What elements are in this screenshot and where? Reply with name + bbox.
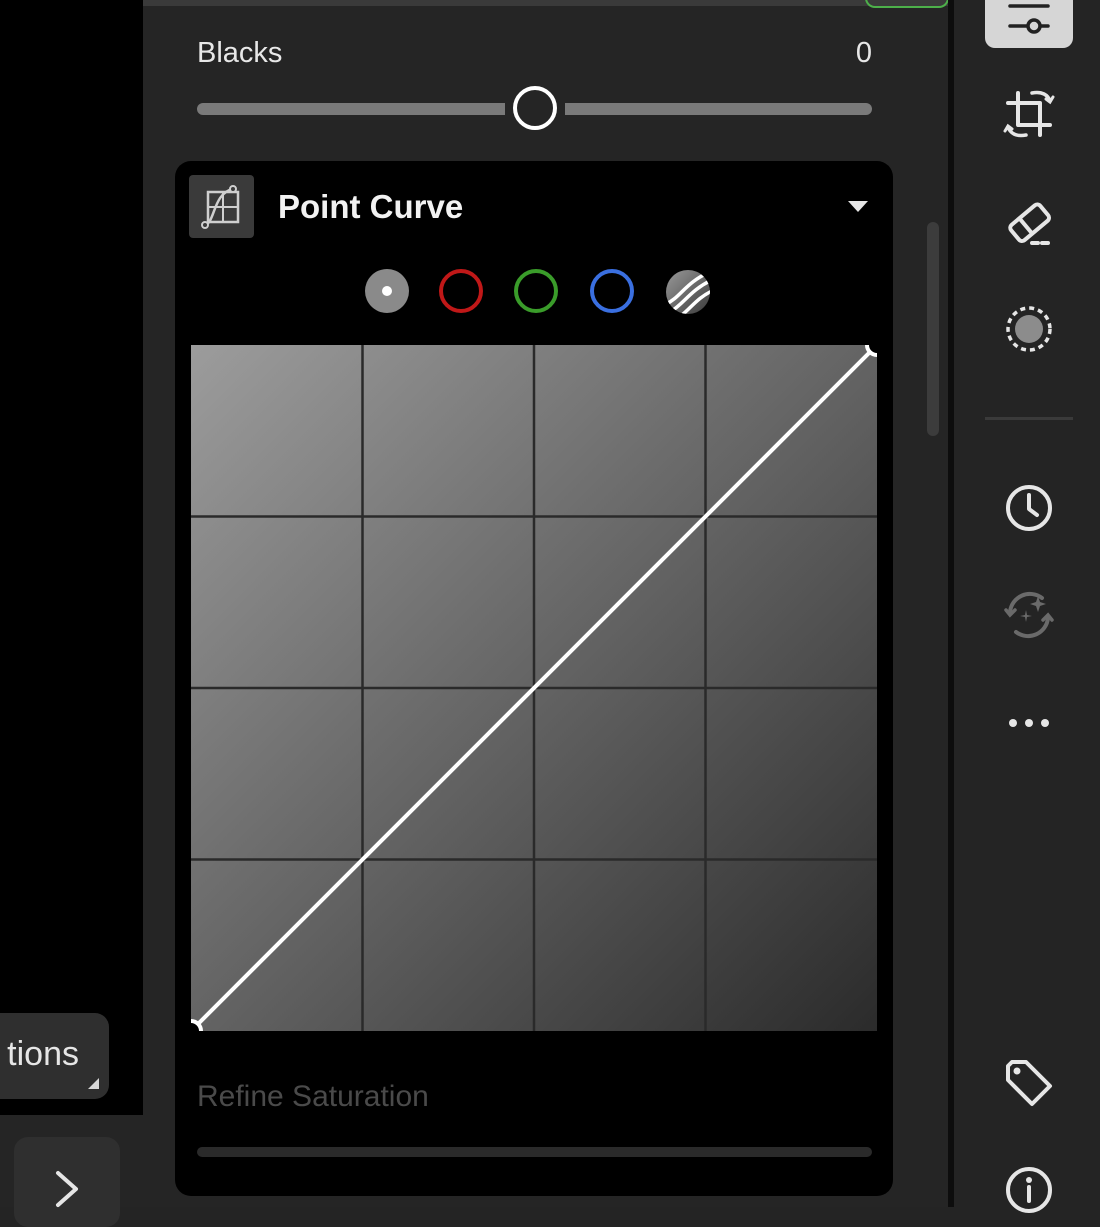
refine-saturation-label: Refine Saturation [197, 1080, 429, 1113]
channel-green-button[interactable] [514, 269, 558, 313]
chevron-right-icon [56, 1171, 78, 1207]
presets-icon [1004, 591, 1054, 639]
tool-remove[interactable] [985, 187, 1073, 257]
refine-saturation-icon[interactable] [664, 268, 712, 316]
point-curve-title: Point Curve [278, 188, 464, 225]
channel-red-button[interactable] [439, 269, 483, 313]
tool-edit[interactable] [985, 0, 1073, 48]
tool-presets[interactable] [985, 580, 1073, 650]
point-curve-icon-button[interactable] [189, 175, 254, 238]
edit-icon [1008, 4, 1050, 34]
selected-dot-icon [382, 286, 392, 296]
info-icon [1006, 1167, 1052, 1213]
blacks-label: Blacks [197, 37, 283, 69]
options-button[interactable]: tions [0, 1013, 109, 1099]
refine-saturation-slider[interactable] [197, 1147, 872, 1157]
channel-blue-button[interactable] [590, 269, 634, 313]
curve-icon [201, 185, 240, 229]
more-icon [1009, 719, 1049, 727]
blacks-slider-handle[interactable] [513, 86, 557, 130]
options-label: tions [7, 1035, 79, 1073]
channel-rgb-button[interactable] [365, 269, 409, 313]
blacks-value[interactable]: 0 [840, 37, 872, 70]
tool-info[interactable] [985, 1155, 1073, 1225]
tag-icon [1006, 1060, 1052, 1106]
tool-masking[interactable] [985, 294, 1073, 364]
corner-triangle-icon [88, 1078, 99, 1089]
tool-more[interactable] [985, 688, 1073, 758]
panel-scrollbar[interactable] [927, 222, 939, 436]
point-curve-section: Point Curve Refine Saturation [175, 161, 893, 1196]
collapse-caret-icon[interactable] [848, 201, 868, 212]
panel-top-border [143, 0, 948, 6]
photo-canvas [0, 0, 143, 1115]
tool-keywords[interactable] [985, 1048, 1073, 1118]
tool-crop[interactable] [985, 79, 1073, 149]
expand-panel-button[interactable] [14, 1137, 120, 1227]
crop-icon [1003, 90, 1055, 138]
toolbar-separator [985, 417, 1073, 420]
green-marker [865, 0, 949, 8]
clock-icon [1006, 485, 1052, 531]
eraser-icon [1008, 202, 1054, 245]
tool-history[interactable] [985, 473, 1073, 543]
masking-icon [1006, 306, 1052, 352]
curve-graph[interactable] [191, 345, 877, 1031]
